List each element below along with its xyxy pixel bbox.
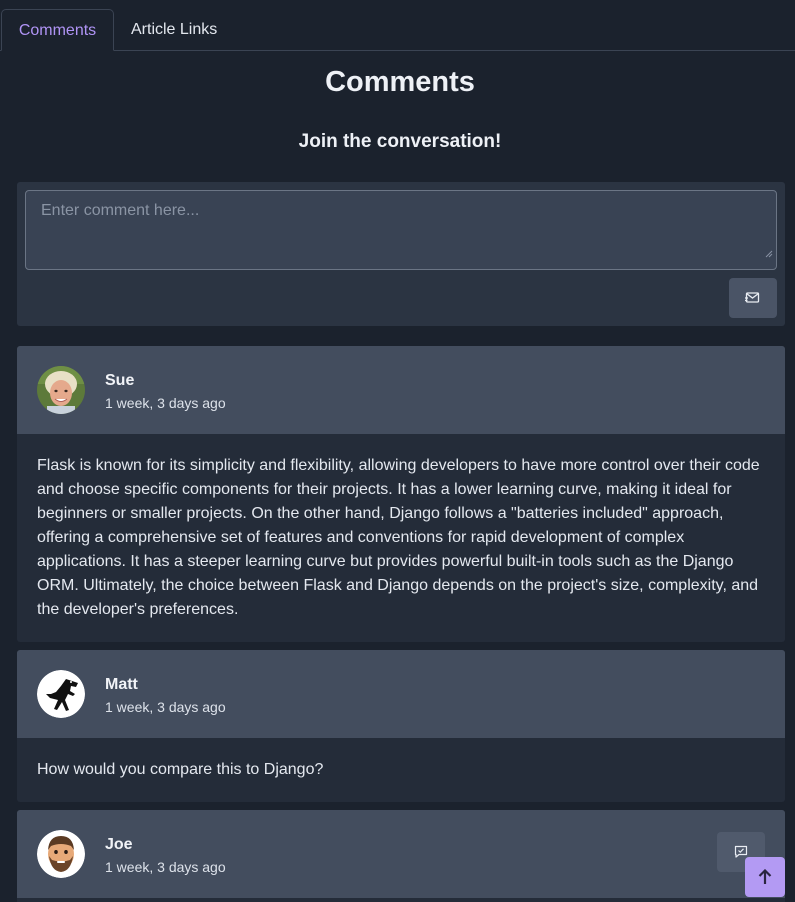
tab-comments[interactable]: Comments <box>1 9 114 51</box>
comment-header: Joe 1 week, 3 days ago <box>17 810 785 898</box>
comment-card: Matt 1 week, 3 days ago How would you co… <box>17 650 785 802</box>
comment-author: Joe <box>105 836 133 853</box>
envelope-send-icon <box>745 292 760 303</box>
avatar <box>37 366 85 414</box>
arrow-up-icon <box>758 869 772 884</box>
tab-article-links[interactable]: Article Links <box>115 9 233 51</box>
comment-header: Matt 1 week, 3 days ago <box>17 650 785 738</box>
avatar <box>37 670 85 718</box>
comment-author: Matt <box>105 676 138 693</box>
comment-author: Sue <box>105 372 135 389</box>
comment-timestamp: 1 week, 3 days ago <box>105 699 226 715</box>
comment-header: Sue 1 week, 3 days ago <box>17 346 785 434</box>
comment-card: Joe 1 week, 3 days ago <box>17 810 785 902</box>
comment-body: Flask is known for its simplicity and fl… <box>37 457 760 618</box>
avatar <box>37 830 85 878</box>
scroll-to-top-button[interactable] <box>745 857 785 897</box>
comment-form <box>17 182 785 326</box>
comment-timestamp: 1 week, 3 days ago <box>105 859 226 875</box>
send-comment-button[interactable] <box>729 278 777 318</box>
comment-card: Sue 1 week, 3 days ago Flask is known fo… <box>17 346 785 642</box>
comment-body: How would you compare this to Django? <box>37 761 324 778</box>
comment-input[interactable] <box>25 190 777 270</box>
resize-grip-icon[interactable] <box>765 250 773 258</box>
tab-bar: Comments Article Links <box>0 0 795 51</box>
page-subtitle: Join the conversation! <box>298 131 502 152</box>
page-title: Comments <box>325 66 475 98</box>
comment-timestamp: 1 week, 3 days ago <box>105 395 226 411</box>
